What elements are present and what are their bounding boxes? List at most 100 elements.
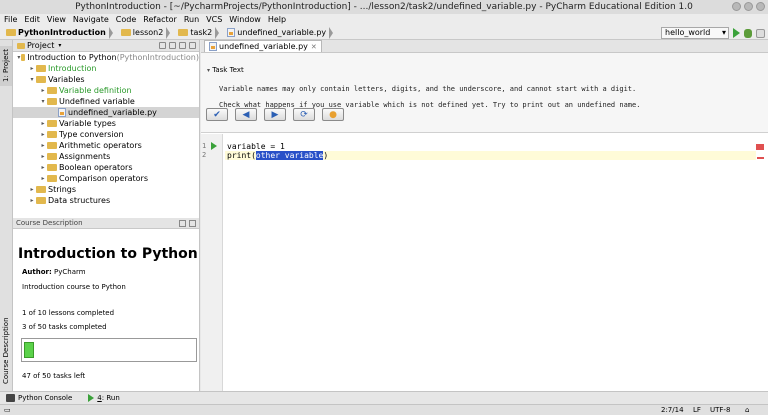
- scroll-from-source-icon[interactable]: [169, 42, 176, 49]
- tool-window-bar: Python Console 4: Run: [0, 391, 768, 404]
- tree-item-label: Variables: [48, 75, 85, 84]
- event-log-icon[interactable]: ▭: [4, 406, 11, 414]
- tree-item-label: Arithmetic operators: [59, 141, 142, 150]
- code-area[interactable]: variable = 1 print(other variable): [225, 142, 756, 160]
- tree-item[interactable]: ▸ Assignments: [13, 151, 199, 162]
- tree-item[interactable]: ▸ Strings: [13, 184, 199, 195]
- run-tab[interactable]: 4: Run: [88, 394, 120, 402]
- close-button[interactable]: [756, 2, 765, 11]
- chevron-right-icon[interactable]: ▸: [39, 162, 47, 173]
- hint-button[interactable]: ●: [322, 108, 344, 121]
- menu-bar: File Edit View Navigate Code Refactor Ru…: [0, 14, 768, 26]
- project-tool-tab[interactable]: 1: Project: [0, 46, 12, 86]
- task-text-header[interactable]: ▾ Task Text: [207, 66, 244, 74]
- chevron-right-icon[interactable]: ▸: [39, 140, 47, 151]
- tree-item-label: Variable definition: [59, 86, 132, 95]
- tree-item[interactable]: ▸ Comparison operators: [13, 173, 199, 184]
- folder-icon: [20, 54, 26, 61]
- folder-icon: [120, 29, 131, 36]
- help-icon[interactable]: [756, 28, 765, 38]
- chevron-right-icon[interactable]: ▸: [39, 173, 47, 184]
- previous-task-button[interactable]: ◀: [235, 108, 257, 121]
- tree-item[interactable]: ▸ Arithmetic operators: [13, 140, 199, 151]
- maximize-button[interactable]: [744, 2, 753, 11]
- encoding[interactable]: UTF-8: [710, 406, 730, 414]
- line-number: 1: [202, 142, 207, 150]
- breadcrumb-task[interactable]: task2: [175, 27, 222, 39]
- tree-item[interactable]: ▸ Type conversion: [13, 129, 199, 140]
- debug-icon[interactable]: [744, 28, 752, 38]
- menu-refactor[interactable]: Refactor: [143, 14, 177, 26]
- menu-vcs[interactable]: VCS: [206, 14, 222, 26]
- project-panel-title[interactable]: Project: [27, 41, 54, 50]
- tree-item[interactable]: undefined_variable.py: [13, 107, 199, 118]
- chevron-right-icon[interactable]: ▸: [39, 151, 47, 162]
- folder-icon: [47, 98, 57, 105]
- chevron-right-icon[interactable]: ▸: [39, 129, 47, 140]
- breadcrumb-project[interactable]: PythonIntroduction: [3, 27, 116, 39]
- menu-navigate[interactable]: Navigate: [73, 14, 109, 26]
- run-gutter-icon[interactable]: [211, 142, 217, 150]
- minimize-button[interactable]: [732, 2, 741, 11]
- tree-item[interactable]: ▸ Variable types: [13, 118, 199, 129]
- chevron-right-icon[interactable]: ▸: [39, 85, 47, 96]
- hide-icon[interactable]: [189, 219, 196, 227]
- menu-run[interactable]: Run: [184, 14, 199, 26]
- error-marker[interactable]: [757, 157, 764, 159]
- menu-window[interactable]: Window: [229, 14, 261, 26]
- caret-position[interactable]: 2:7/14: [661, 406, 684, 414]
- project-tree: ▾ Introduction to Python (PythonIntroduct…: [13, 52, 199, 206]
- code-line-2: print(other variable): [225, 151, 756, 160]
- collapse-all-icon[interactable]: [159, 42, 166, 49]
- tree-item[interactable]: ▸ Data structures: [13, 195, 199, 206]
- author-line: Author: PyCharm: [22, 268, 86, 276]
- navigation-bar: PythonIntroduction lesson2 task2 undefin…: [0, 26, 768, 40]
- tree-item-label: Comparison operators: [59, 174, 149, 183]
- tree-item[interactable]: ▾ Variables: [13, 74, 199, 85]
- course-description-header: Course Description: [13, 218, 199, 229]
- tree-item-label: Strings: [48, 185, 77, 194]
- chevron-right-icon[interactable]: ▸: [28, 63, 36, 74]
- chevron-right-icon[interactable]: ▸: [39, 118, 47, 129]
- next-task-button[interactable]: ▶: [264, 108, 286, 121]
- lock-icon[interactable]: ⌂: [745, 406, 749, 414]
- chevron-down-icon[interactable]: ▾: [28, 74, 36, 85]
- folder-icon: [6, 29, 16, 36]
- tree-item[interactable]: ▾ Introduction to Python (PythonIntroduct…: [13, 52, 199, 63]
- title-bar: PythonIntroduction - [~/PycharmProjects/…: [0, 0, 768, 14]
- tree-item[interactable]: ▸ Introduction: [13, 63, 199, 74]
- tree-item[interactable]: ▾ Undefined variable: [13, 96, 199, 107]
- gear-icon[interactable]: [179, 219, 186, 227]
- tree-item[interactable]: ▸ Variable definition: [13, 85, 199, 96]
- course-title: Introduction to Python: [18, 246, 198, 262]
- gear-icon[interactable]: [179, 42, 186, 49]
- menu-file[interactable]: File: [4, 14, 17, 26]
- menu-code[interactable]: Code: [116, 14, 136, 26]
- menu-edit[interactable]: Edit: [24, 14, 40, 26]
- course-description-tool-tab[interactable]: Course Description: [0, 315, 12, 387]
- task-text-line-1: Variable names may only contain letters,…: [219, 85, 637, 93]
- run-icon[interactable]: [733, 28, 740, 38]
- run-icon: [88, 394, 95, 402]
- python-console-tab[interactable]: Python Console: [6, 394, 72, 402]
- error-stripe-icon[interactable]: [756, 144, 764, 150]
- folder-icon: [36, 76, 46, 83]
- chevron-down-icon[interactable]: ▾: [39, 96, 47, 107]
- breadcrumb-file[interactable]: undefined_variable.py: [224, 27, 336, 39]
- menu-help[interactable]: Help: [268, 14, 286, 26]
- line-separator[interactable]: LF: [693, 406, 701, 414]
- chevron-right-icon[interactable]: ▸: [28, 195, 36, 206]
- tree-item-label: Type conversion: [59, 130, 124, 139]
- chevron-right-icon[interactable]: ▸: [28, 184, 36, 195]
- breadcrumb-lesson[interactable]: lesson2: [118, 27, 174, 39]
- tree-item[interactable]: ▸ Boolean operators: [13, 162, 199, 173]
- check-task-button[interactable]: ✔: [206, 108, 228, 121]
- window-controls: [732, 2, 765, 11]
- menu-view[interactable]: View: [47, 14, 66, 26]
- refresh-task-button[interactable]: ⟳: [293, 108, 315, 121]
- close-tab-icon[interactable]: ✕: [311, 43, 317, 51]
- hide-icon[interactable]: [189, 42, 196, 49]
- tab-undefined-variable[interactable]: undefined_variable.py ✕: [204, 40, 322, 52]
- left-tool-strip: 1: Project Course Description: [0, 40, 13, 391]
- run-config-select[interactable]: hello_world: [661, 27, 729, 39]
